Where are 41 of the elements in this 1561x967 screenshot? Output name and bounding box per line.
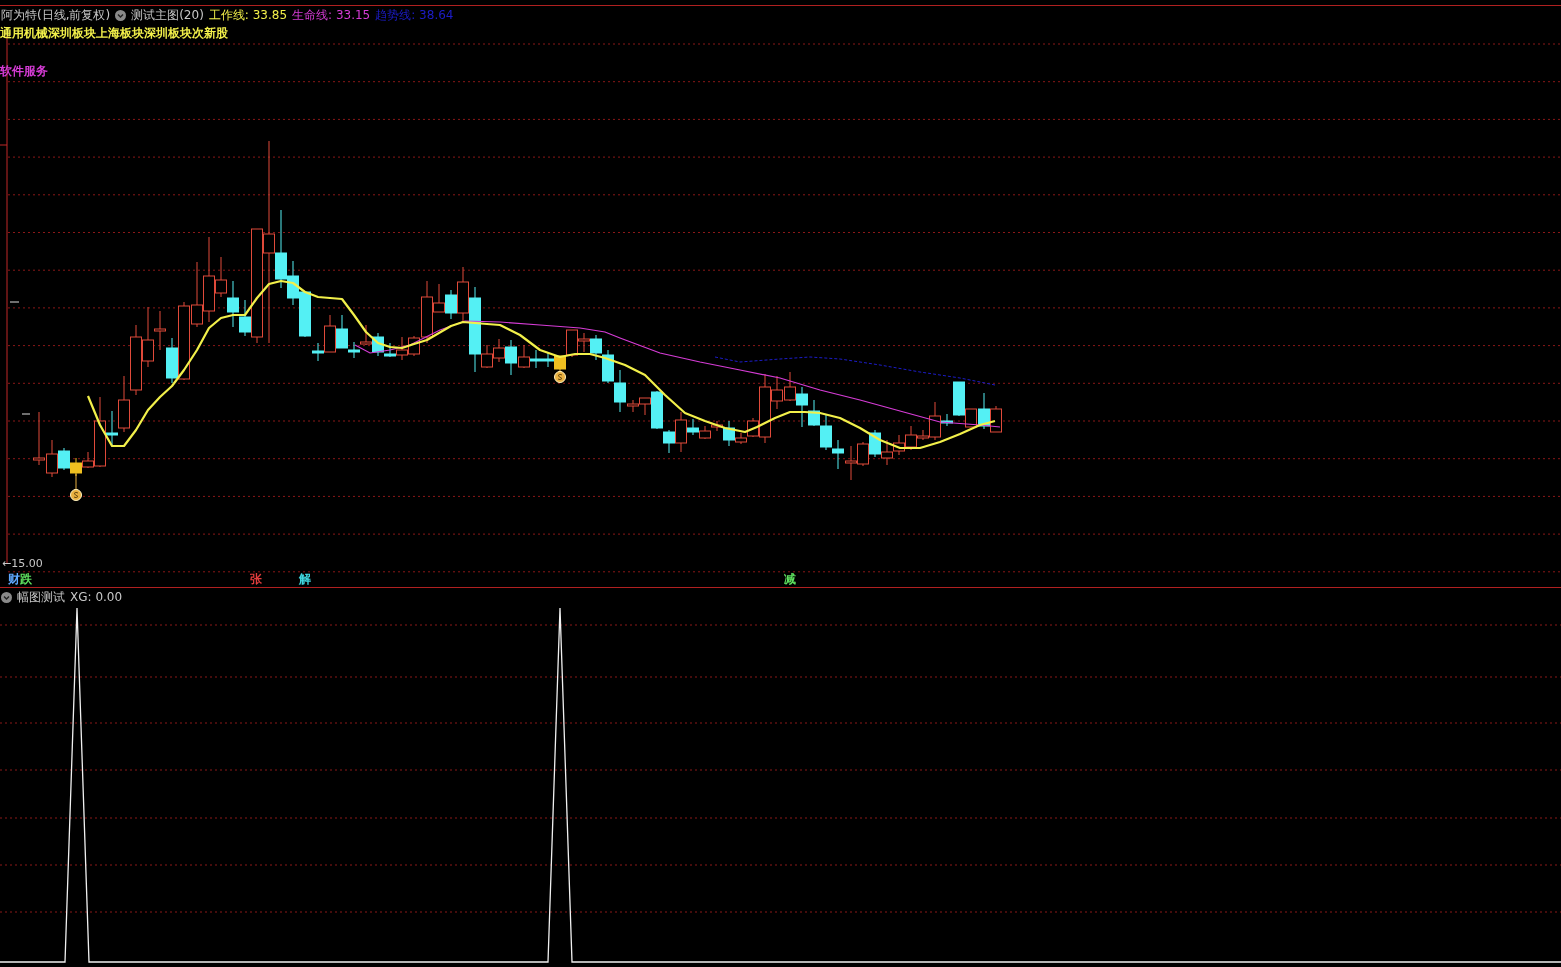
sector-label: 软件服务 <box>0 63 48 79</box>
signal-label: 跌 <box>20 572 32 586</box>
candlestick <box>602 349 614 384</box>
indicator-value: 生命线: 33.15 <box>292 7 371 23</box>
candlestick <box>130 324 142 396</box>
money-bag-icon <box>554 369 566 383</box>
candlestick <box>832 439 844 470</box>
subchart-value: XG: 0.00 <box>70 589 123 605</box>
candlestick <box>881 439 893 466</box>
indicator-value: 趋势线: 38.64 <box>375 7 454 23</box>
indicator-value: 工作线: 33.85 <box>208 7 288 23</box>
candlestick <box>191 261 203 328</box>
candlestick <box>360 324 372 346</box>
signal-label: 解 <box>299 572 311 586</box>
indicator-title: 测试主图(20) <box>131 7 204 23</box>
candlestick <box>857 441 869 467</box>
signal-label: 财 <box>8 572 20 586</box>
candlestick <box>699 425 711 440</box>
candlestick <box>990 405 1002 433</box>
axis-label: ←15.00 <box>2 558 43 570</box>
stock-title: 阿为特(日线,前复权) <box>1 7 111 23</box>
candlestick <box>820 413 832 451</box>
candlestick <box>530 349 542 369</box>
candlestick <box>784 371 796 402</box>
candlestick <box>227 280 239 328</box>
sector-label: 通用机械深圳板块上海板块深圳板块次新股 <box>0 25 228 41</box>
candlestick <box>845 445 857 481</box>
signal-label: 减 <box>784 572 796 586</box>
candlestick <box>893 434 905 456</box>
dropdown-icon[interactable] <box>115 9 127 21</box>
candlestick <box>590 334 602 361</box>
dropdown-icon[interactable] <box>1 591 12 603</box>
candlestick <box>299 290 311 338</box>
subchart-title: 幅图测试 <box>17 589 65 605</box>
candlestick <box>542 351 554 368</box>
money-bag-icon <box>70 473 82 501</box>
candlestick <box>33 411 45 466</box>
candlestick <box>70 457 82 477</box>
candlestick <box>578 332 590 353</box>
candlestick <box>869 429 881 458</box>
signal-label: 张 <box>250 572 262 586</box>
